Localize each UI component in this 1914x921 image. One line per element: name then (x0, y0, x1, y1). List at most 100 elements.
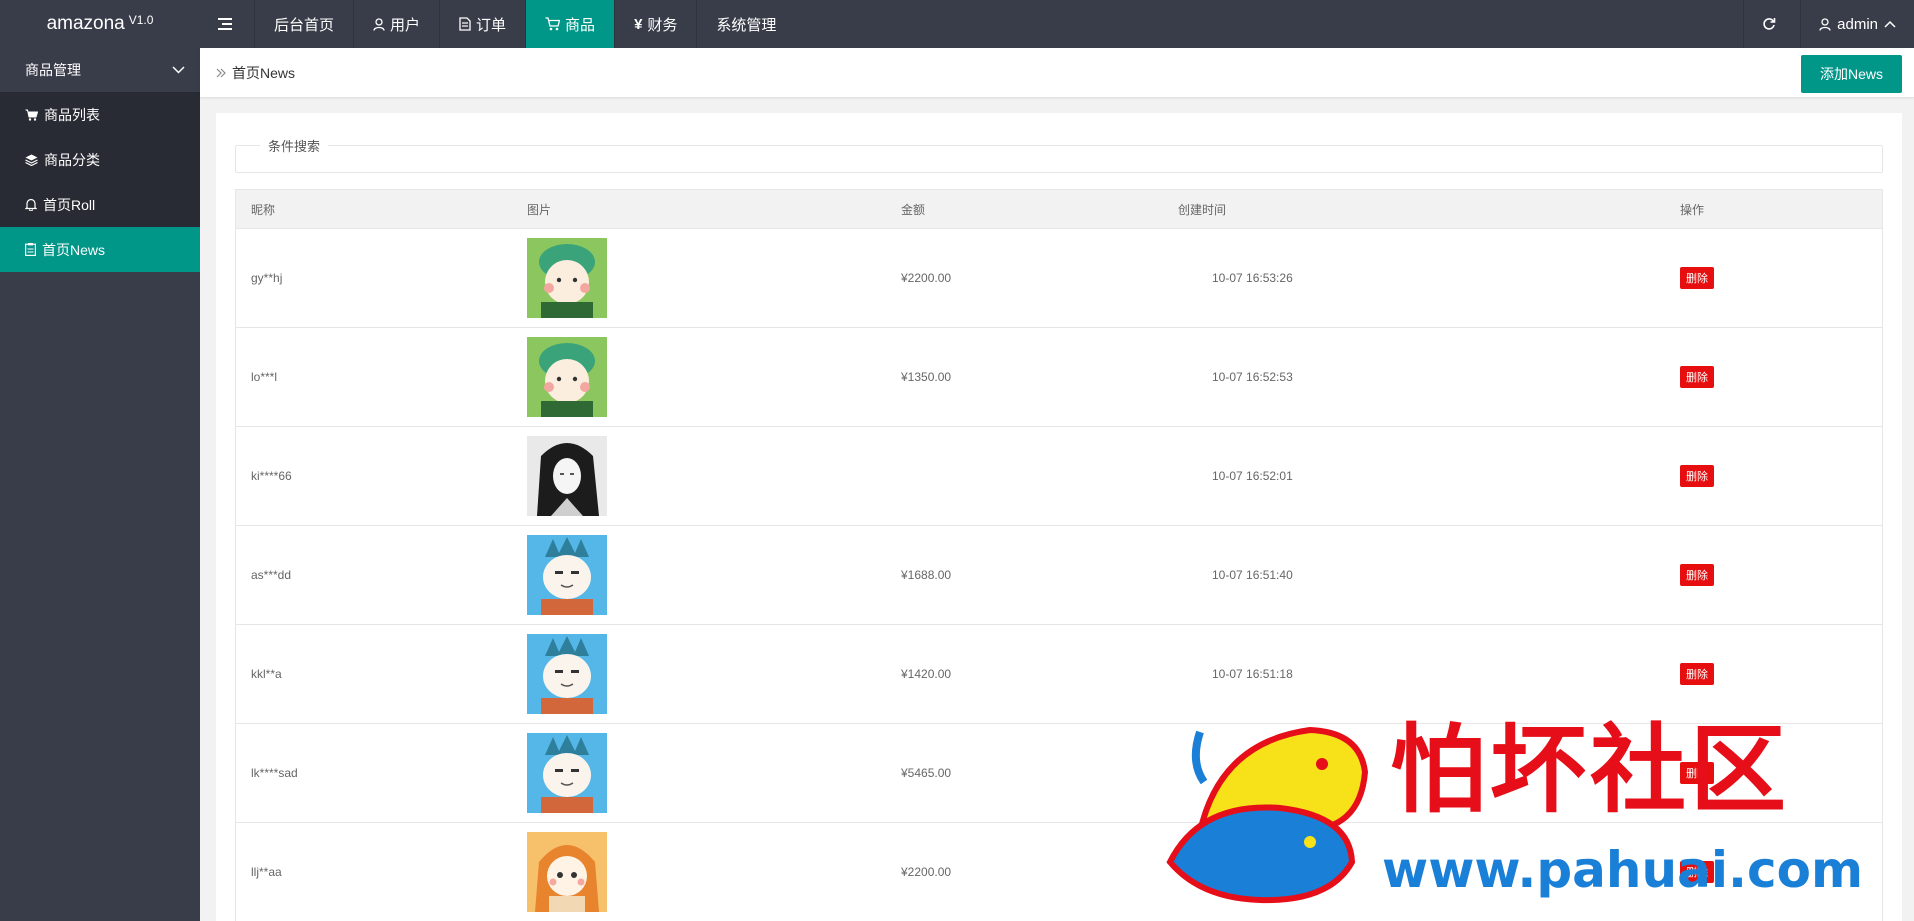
delete-button[interactable]: 删除 (1680, 762, 1714, 784)
sidebar-group-products[interactable]: 商品管理 (0, 48, 200, 92)
column-header-actions: 操作 (1680, 202, 1705, 217)
main-panel: 条件搜索 昵称 图片 金额 创建时间 操作 gy**hj ¥2200.00 10… (216, 113, 1902, 921)
sidebar-item-label: 商品分类 (44, 151, 100, 168)
cell-image (512, 436, 886, 516)
column-header-image: 图片 (527, 202, 552, 217)
cell-nickname: lk****sad (251, 766, 298, 780)
table-row: gy**hj ¥2200.00 10-07 16:53:26 删除 (236, 229, 1882, 328)
sidebar-item-product-category[interactable]: 商品分类 (0, 137, 200, 182)
cell-amount: ¥1420.00 (901, 667, 952, 681)
user-menu[interactable]: admin (1800, 0, 1914, 48)
delete-button[interactable]: 删除 (1680, 366, 1714, 388)
avatar (527, 436, 607, 516)
table-row: ki****66 10-07 16:52:01 删除 (236, 427, 1882, 526)
delete-button[interactable]: 删除 (1680, 861, 1714, 883)
cell-amount: ¥1350.00 (901, 370, 952, 384)
sidebar-item-label: 首页Roll (43, 196, 96, 213)
sidebar-item-product-list[interactable]: 商品列表 (0, 92, 200, 137)
app-logo[interactable]: amazona V1.0 (0, 0, 200, 48)
table-row: lo***l ¥1350.00 10-07 16:52:53 删除 (236, 328, 1882, 427)
cell-image (512, 832, 886, 912)
yen-icon: ¥ (634, 15, 643, 33)
add-news-button[interactable]: 添加News (1801, 55, 1902, 93)
search-legend: 条件搜索 (260, 136, 329, 155)
bell-icon (25, 198, 37, 211)
delete-button[interactable]: 删除 (1680, 465, 1714, 487)
nav-item-orders[interactable]: 订单 (440, 0, 527, 48)
cell-image (512, 337, 886, 417)
search-fieldset: 条件搜索 (235, 136, 1883, 173)
cell-image (512, 535, 886, 615)
table-row: llj**aa ¥2200.00 :04 删除 (236, 823, 1882, 921)
cart-icon (545, 17, 561, 31)
nav-item-products[interactable]: 商品 (526, 0, 616, 48)
nav-item-label: 后台首页 (274, 16, 335, 34)
cell-nickname: gy**hj (251, 271, 283, 285)
avatar (527, 634, 607, 714)
column-header-nickname: 昵称 (251, 202, 276, 217)
nav-item-label: 用户 (390, 16, 421, 34)
table-header: 昵称 图片 金额 创建时间 操作 (236, 190, 1882, 229)
delete-button[interactable]: 删除 (1680, 564, 1714, 586)
avatar (527, 238, 607, 318)
user-name: admin (1837, 15, 1878, 33)
table-row: lk****sad ¥5465.00 删除 (236, 724, 1882, 823)
sidebar-item-label: 首页News (42, 241, 106, 258)
cell-created-time: 10-07 16:52:01 (1212, 469, 1293, 483)
breadcrumb-current[interactable]: 首页News (232, 63, 295, 83)
nav-item-label: 商品 (565, 16, 596, 34)
user-icon (373, 17, 385, 31)
sidebar-item-label: 商品列表 (44, 106, 100, 123)
cell-created-time: 10-07 16:51:40 (1212, 568, 1293, 582)
cell-amount: ¥2200.00 (901, 271, 952, 285)
top-nav: 后台首页 用户 订单 商品 ¥ 财务 系统管理 (200, 0, 795, 48)
cell-image (512, 733, 886, 813)
breadcrumb-bar: 首页News 添加News (200, 48, 1914, 98)
menu-icon (217, 18, 232, 30)
cell-image (512, 238, 886, 318)
nav-item-finance[interactable]: ¥ 财务 (615, 0, 698, 48)
user-icon (1819, 17, 1831, 31)
avatar (527, 337, 607, 417)
column-header-created-time: 创建时间 (1178, 202, 1227, 217)
cell-amount: ¥1688.00 (901, 568, 952, 582)
app-name: amazona (46, 13, 125, 34)
nav-item-users[interactable]: 用户 (354, 0, 441, 48)
menu-toggle-button[interactable] (200, 0, 255, 48)
layers-icon (25, 154, 38, 166)
news-table: 昵称 图片 金额 创建时间 操作 gy**hj ¥2200.00 10-07 1… (235, 189, 1883, 921)
cell-image (512, 634, 886, 714)
sidebar-submenu: 商品列表 商品分类 首页Roll 首页News (0, 92, 200, 272)
cell-amount: ¥5465.00 (901, 766, 952, 780)
sidebar-item-home-news[interactable]: 首页News (0, 227, 200, 272)
avatar (527, 535, 607, 615)
sidebar-group-label: 商品管理 (25, 62, 81, 78)
nav-item-label: 系统管理 (716, 16, 777, 34)
top-bar: amazona V1.0 后台首页 用户 订单 商品 ¥ 财务 系统管理 adm… (0, 0, 1914, 48)
note-icon (25, 243, 36, 256)
nav-item-system[interactable]: 系统管理 (697, 0, 795, 48)
table-row: as***dd ¥1688.00 10-07 16:51:40 删除 (236, 526, 1882, 625)
avatar (527, 733, 607, 813)
delete-button[interactable]: 删除 (1680, 267, 1714, 289)
cell-amount: ¥2200.00 (901, 865, 952, 879)
sidebar: 商品管理 商品列表 商品分类 首页Roll 首页News (0, 48, 200, 921)
avatar (527, 832, 607, 912)
cell-created-time: 10-07 16:52:53 (1212, 370, 1293, 384)
delete-button[interactable]: 删除 (1680, 663, 1714, 685)
nav-item-label: 订单 (476, 16, 507, 34)
top-right-actions: admin (1743, 0, 1914, 48)
cart-icon (25, 109, 38, 121)
app-version: V1.0 (128, 13, 154, 27)
cell-nickname: kkl**a (251, 667, 282, 681)
chevron-down-icon (172, 66, 185, 74)
nav-item-label: 财务 (647, 16, 678, 34)
cell-nickname: as***dd (251, 568, 292, 582)
sidebar-item-home-roll[interactable]: 首页Roll (0, 182, 200, 227)
cell-created-time: :04 (1212, 865, 1229, 879)
nav-item-dashboard[interactable]: 后台首页 (255, 0, 355, 48)
refresh-button[interactable] (1743, 0, 1800, 48)
breadcrumb: 首页News (216, 48, 295, 98)
table-row: kkl**a ¥1420.00 10-07 16:51:18 删除 (236, 625, 1882, 724)
cell-created-time (1178, 766, 1212, 780)
